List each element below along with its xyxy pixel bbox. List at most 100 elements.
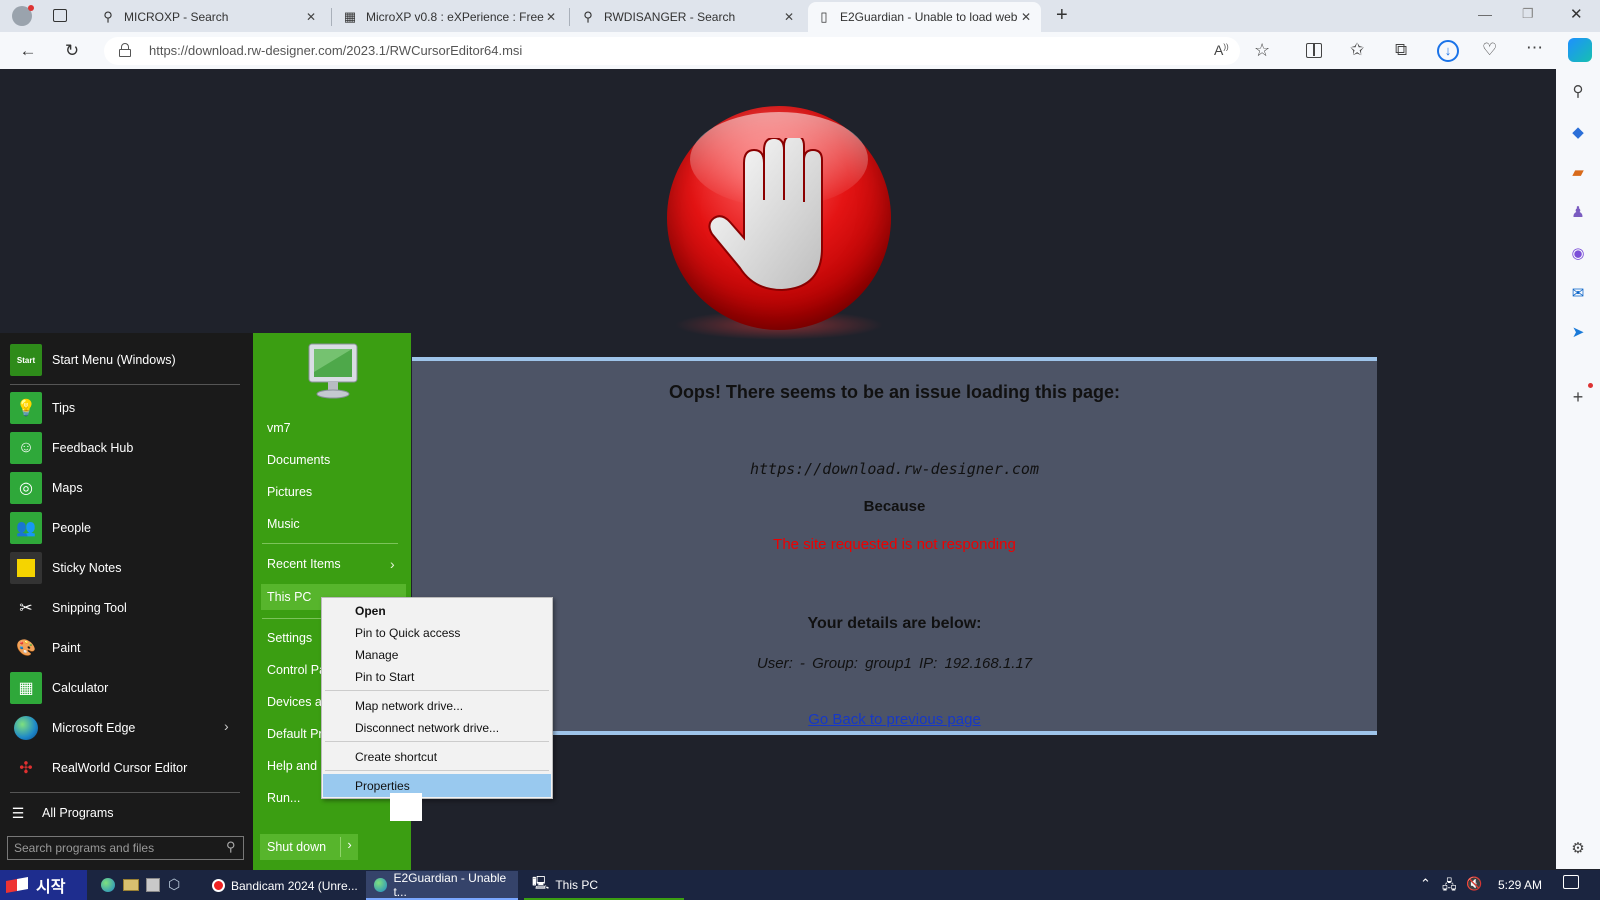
tab-microxp-download[interactable]: ▦ MicroXP v0.8 : eXPerience : Free Downl… [334,2,566,32]
browser-essentials-icon[interactable]: ♡ [1482,40,1497,60]
add-sidebar-app-icon[interactable]: + [1567,386,1589,408]
drop-send-icon[interactable]: ➤ [1567,322,1589,344]
start-item-feedback-hub[interactable]: ☺ Feedback Hub [10,430,245,466]
notification-center-icon[interactable] [1563,875,1579,889]
menu-item-pin-quick-access[interactable]: Pin to Quick access [355,626,460,640]
downloads-icon[interactable]: ↓ [1437,40,1459,62]
menu-item-pin-to-start[interactable]: Pin to Start [355,670,414,684]
tab-microxp-search[interactable]: ⚲ MICROXP - Search ✕ [92,2,326,32]
start-item-people[interactable]: 👥 People [10,510,245,546]
menu-item-properties[interactable]: Properties [355,779,410,793]
read-aloud-icon[interactable]: A)) [1214,42,1229,58]
taskbar-this-pc[interactable]: 🖳 This PC [524,871,684,900]
calculator-icon: ▦ [10,672,42,704]
tab-actions-icon[interactable] [53,9,67,22]
blocked-url: https://download.rw-designer.com [750,460,1039,478]
start-item-calculator[interactable]: ▦ Calculator [10,670,245,706]
start-search-input[interactable]: Search programs and files [7,836,244,860]
split-screen-icon[interactable] [1306,43,1322,58]
recent-items-link[interactable]: Recent Items [267,557,341,571]
because-label: Because [863,498,926,515]
close-tab-icon[interactable]: ✕ [304,10,318,24]
show-hidden-icons-chevron-icon[interactable]: ⌃ [1420,876,1431,892]
network-icon[interactable]: 🖧 [1442,876,1457,898]
close-tab-icon[interactable]: ✕ [544,10,558,24]
devices-link[interactable]: Devices ar [267,695,326,709]
search-icon: ⚲ [103,9,113,24]
new-tab-button[interactable]: + [1056,4,1068,27]
run-link[interactable]: Run... [267,791,300,805]
shopping-tag-icon[interactable]: ◆ [1567,122,1589,144]
tools-briefcase-icon[interactable]: ▰ [1567,162,1589,184]
collections-icon[interactable]: ⧉ [1395,40,1407,60]
url-text[interactable]: https://download.rw-designer.com/2023.1/… [149,43,522,58]
edge-quicklaunch-icon[interactable] [101,878,115,892]
help-link[interactable]: Help and S [267,759,329,773]
start-item-tips[interactable]: 💡 Tips [10,390,245,426]
search-icon[interactable]: ⚲ [1567,81,1589,103]
games-icon[interactable]: ♟ [1567,202,1589,224]
menu-item-create-shortcut[interactable]: Create shortcut [355,750,437,764]
reload-button[interactable]: ↻ [58,40,86,62]
close-tab-icon[interactable]: ✕ [782,10,796,24]
virtualbox-quicklaunch-icon[interactable]: ⬡ [168,876,180,893]
tab-rwdisanger-search[interactable]: ⚲ RWDISANGER - Search ✕ [572,2,804,32]
taskbar-bandicam[interactable]: Bandicam 2024 (Unre... [204,871,364,900]
documents-link[interactable]: Documents [267,453,330,467]
control-panel-link[interactable]: Control Pa [267,663,326,677]
search-icon: ⚲ [226,839,236,854]
microsoft-365-icon[interactable]: ◉ [1567,243,1589,265]
copilot-icon[interactable] [1568,38,1592,62]
menu-item-manage[interactable]: Manage [355,648,398,662]
shutdown-button[interactable]: Shut down › [260,834,358,860]
tab-separator [331,8,332,26]
start-flag-icon [6,877,28,893]
record-icon [212,879,225,892]
start-item-realworld-cursor-editor[interactable]: ✣ RealWorld Cursor Editor [10,750,245,786]
settings-link[interactable]: Settings [267,631,312,645]
start-item-maps[interactable]: ◎ Maps [10,470,245,506]
start-item-start-menu[interactable]: Start Start Menu (Windows) [10,342,245,378]
minimize-button[interactable]: — [1478,6,1492,22]
cursor-editor-icon: ✣ [19,760,33,777]
start-item-microsoft-edge[interactable]: Microsoft Edge [10,710,245,746]
chevron-right-icon[interactable]: › [390,556,395,572]
lock-icon[interactable] [119,43,131,57]
outlook-icon[interactable]: ✉ [1567,283,1589,305]
volume-muted-icon[interactable]: 🔇 [1466,876,1482,892]
music-link[interactable]: Music [267,517,300,531]
all-programs-button[interactable]: ☰ All Programs [10,795,245,831]
media-quicklaunch-icon[interactable] [146,878,160,892]
go-back-link[interactable]: Go Back to previous page [412,711,1377,728]
start-menu-icon: Start [10,344,42,376]
tab-separator [569,8,570,26]
user-name[interactable]: vm7 [267,421,291,435]
cursor-overlay [390,793,422,821]
tab-e2guardian[interactable]: ▯ E2Guardian - Unable to load web page ✕ [808,2,1041,32]
back-button[interactable]: ← [14,40,42,62]
this-pc-link[interactable]: This PC [267,590,311,604]
start-button[interactable]: 시작 [0,870,87,900]
favorites-icon[interactable]: ✩ [1350,40,1364,60]
pictures-link[interactable]: Pictures [267,485,312,499]
chevron-right-icon[interactable]: › [224,718,229,734]
lightbulb-icon: 💡 [10,392,42,424]
menu-item-open[interactable]: Open [355,604,386,618]
default-programs-link[interactable]: Default Pr [267,727,323,741]
file-explorer-quicklaunch-icon[interactable] [123,879,139,891]
close-tab-icon[interactable]: ✕ [1019,10,1033,24]
close-window-button[interactable]: ✕ [1570,5,1583,23]
start-item-snipping-tool[interactable]: ✂ Snipping Tool [10,590,245,626]
shutdown-options-chevron-icon[interactable]: › [340,837,358,857]
start-item-sticky-notes[interactable]: Sticky Notes [10,550,245,586]
sidebar-settings-gear-icon[interactable]: ⚙ [1567,838,1589,860]
menu-item-disconnect-network-drive[interactable]: Disconnect network drive... [355,721,499,735]
clock-time[interactable]: 5:29 AM [1498,878,1542,892]
page-icon: ▯ [820,9,828,24]
taskbar-e2guardian[interactable]: E2Guardian - Unable t... [366,871,518,900]
start-item-paint[interactable]: 🎨 Paint [10,630,245,666]
favorite-star-icon[interactable]: ☆ [1254,40,1270,61]
menu-item-map-network-drive[interactable]: Map network drive... [355,699,463,713]
restore-button[interactable]: ❐ [1522,6,1534,22]
more-options-icon[interactable]: ⋯ [1526,38,1543,58]
